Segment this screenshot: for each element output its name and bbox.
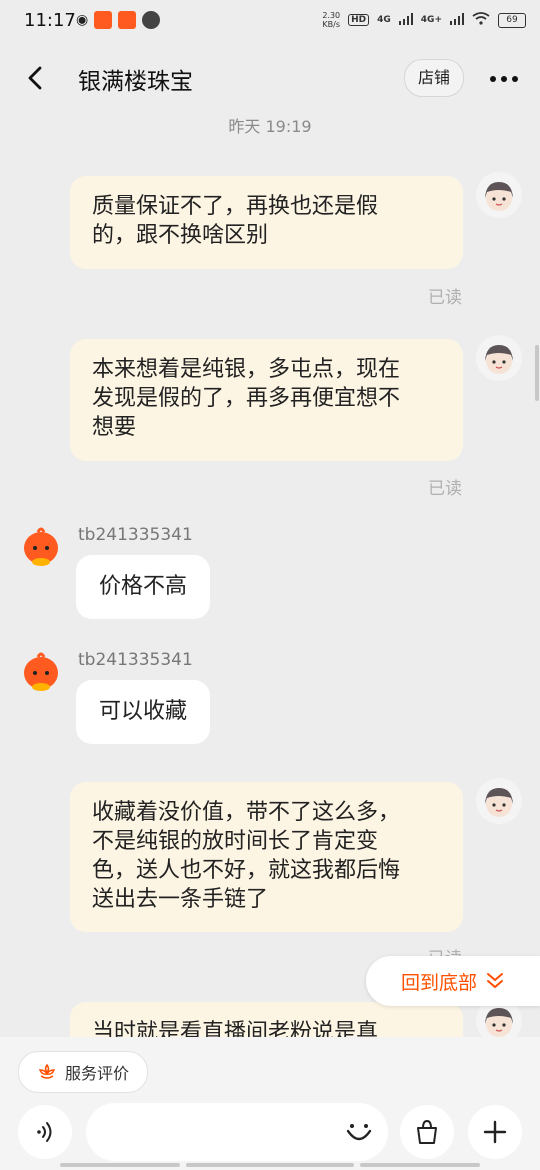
own-message-bubble[interactable]: 质量保证不了，再换也还是假 的，跟不换啥区别 [70, 176, 463, 269]
sender-name: tb241335341 [78, 650, 193, 670]
sender-name: tb241335341 [78, 525, 193, 545]
shop-avatar[interactable] [18, 649, 64, 695]
weibo-icon: ◉ [76, 12, 89, 28]
status-bar: 11:17 ◉ 2.30 KB/s HD 4G 4G+ 69 [0, 0, 540, 42]
net-speed: 2.30 KB/s [322, 11, 340, 29]
status-right: 2.30 KB/s HD 4G 4G+ 69 [322, 11, 526, 29]
own-message-bubble[interactable]: 本来想着是纯银，多屯点，现在 发现是假的了，再多再便宜想不 想要 [70, 339, 463, 461]
taobao-app-icon [94, 11, 113, 29]
chat-title: 银满楼珠宝 [78, 69, 193, 95]
user-avatar-icon [485, 182, 513, 211]
more-actions-button[interactable] [468, 1105, 522, 1159]
network-4g-plus: 4G+ [420, 15, 442, 25]
shopping-bag-icon [417, 1119, 437, 1144]
message-line: 不是纯银的放时间长了肯定变 [92, 829, 379, 854]
nav-indicator [360, 1163, 480, 1167]
read-receipt: 已读 [428, 288, 462, 308]
voice-input-button[interactable] [18, 1105, 72, 1159]
shop-message-bubble[interactable]: 价格不高 [76, 555, 211, 619]
app-notification-icon [118, 11, 137, 29]
back-button[interactable] [22, 64, 50, 92]
scrollbar[interactable] [535, 345, 539, 401]
service-rating-chip[interactable]: 服务评价 [18, 1051, 148, 1093]
signal-icon [398, 12, 413, 28]
user-avatar[interactable] [476, 172, 522, 218]
more-dot-icon [501, 76, 507, 82]
message-line: 发现是假的了，再多再便宜想不 [92, 386, 401, 411]
own-message-bubble[interactable]: 收藏着没价值，带不了这么多， 不是纯银的放时间长了肯定变 色，送人也不好，就这我… [70, 782, 463, 932]
smiley-icon [346, 1124, 372, 1141]
more-options-button[interactable] [490, 76, 518, 82]
nav-indicator [186, 1163, 354, 1167]
plus-icon [483, 1120, 507, 1144]
nav-indicator [60, 1163, 180, 1167]
user-avatar-icon [485, 788, 513, 817]
user-avatar[interactable] [476, 335, 522, 381]
back-to-bottom-button[interactable]: 回到底部 [366, 956, 540, 1006]
chevron-left-icon [28, 66, 42, 90]
message-line: 本来想着是纯银，多屯点，现在 [92, 357, 401, 382]
chat-header: 银满楼珠宝 店铺 [0, 42, 540, 114]
shop-button[interactable]: 店铺 [404, 59, 464, 97]
message-line: 的，跟不换啥区别 [92, 223, 269, 248]
message-line: 色，送人也不好，就这我都后悔 [92, 858, 401, 883]
battery-icon: 69 [498, 12, 526, 28]
flower-rating-icon [38, 1063, 56, 1079]
shop-message-bubble[interactable]: 可以收藏 [76, 680, 211, 744]
message-line: 想要 [92, 415, 137, 440]
message-timestamp: 昨天 19:19 [228, 117, 312, 136]
user-avatar-icon [485, 345, 513, 374]
wifi-icon [472, 12, 490, 28]
read-receipt: 已读 [428, 479, 462, 499]
back-to-bottom-label: 回到底部 [400, 971, 477, 994]
message-line: 收藏着没价值，带不了这么多， [92, 800, 401, 825]
message-line: 质量保证不了，再换也还是假 [92, 194, 379, 219]
message-line: 送出去一条手链了 [92, 887, 269, 912]
service-rating-label: 服务评价 [64, 1064, 129, 1083]
network-4g: 4G [377, 15, 391, 25]
taobao-mascot-icon [24, 527, 58, 566]
notification-icons: ◉ [76, 11, 161, 29]
signal-icon-2 [450, 12, 464, 28]
status-time: 11:17 [24, 10, 76, 31]
taobao-mascot-icon [24, 652, 58, 691]
more-dot-icon [512, 76, 518, 82]
hd-badge: HD [348, 14, 370, 26]
bottom-input-bar: 服务评价 [0, 1037, 540, 1170]
net-speed-unit: KB/s [322, 20, 341, 29]
more-dot-icon [490, 76, 496, 82]
compass-icon [142, 11, 161, 29]
net-speed-value: 2.30 [322, 11, 341, 20]
voice-icon [37, 1122, 52, 1142]
emoji-button[interactable] [342, 1117, 376, 1151]
double-chevron-down-icon [487, 973, 503, 989]
user-avatar[interactable] [476, 778, 522, 824]
shop-avatar[interactable] [18, 524, 64, 570]
shopping-bag-button[interactable] [400, 1105, 454, 1159]
